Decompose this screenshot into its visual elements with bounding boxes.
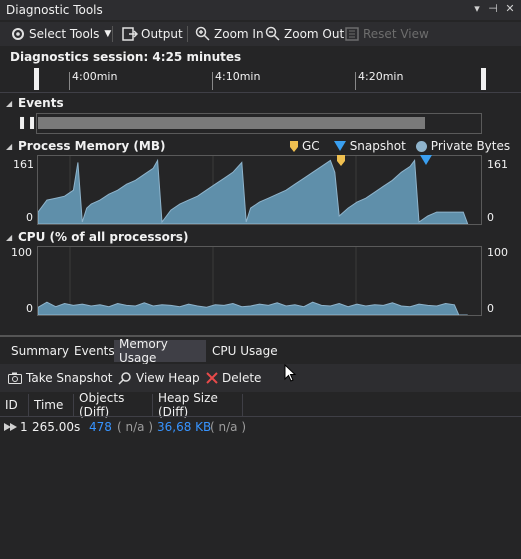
timeline-left-handle[interactable] <box>34 68 39 90</box>
delete-label: Delete <box>222 371 262 385</box>
delete-button[interactable]: Delete <box>206 364 261 392</box>
timeline-tick <box>212 72 213 90</box>
close-icon[interactable]: ✕ <box>503 2 517 15</box>
column-id[interactable]: ID <box>0 394 29 416</box>
timeline-tick <box>355 72 356 90</box>
collapse-arrow-icon[interactable]: ◢ <box>6 99 12 108</box>
output-label: Output <box>141 27 183 41</box>
select-tools-button[interactable]: Select Tools ▼ <box>10 22 111 46</box>
cpu-title: CPU (% of all processors) <box>18 230 189 244</box>
chart-series-area <box>38 301 468 315</box>
delete-x-icon <box>206 372 218 384</box>
zoom-out-icon <box>265 26 280 41</box>
column-heap-size-diff[interactable]: Heap Size (Diff) <box>153 391 243 419</box>
chart-series-area <box>38 158 469 224</box>
cpu-chart[interactable] <box>37 246 482 316</box>
row-objects-diff: ( n/a ) <box>117 420 153 434</box>
table-row[interactable]: 1 265.00s 478 ( n/a ) 36,68 KB ( n/a ) <box>0 417 521 437</box>
camera-icon <box>8 372 22 384</box>
memory-y-max-right: 161 <box>487 158 508 171</box>
legend-snapshot: Snapshot <box>349 139 406 153</box>
reset-view-button[interactable]: Reset View <box>344 22 429 46</box>
search-icon <box>118 372 131 385</box>
memory-chart-svg <box>38 156 469 224</box>
toolbar-separator <box>112 26 113 42</box>
tab-cpu-usage[interactable]: CPU Usage <box>207 340 283 362</box>
select-tools-label: Select Tools <box>29 27 100 41</box>
row-time: 265.00s <box>32 420 81 434</box>
pin-icon[interactable]: ⊣ <box>486 2 500 15</box>
output-icon <box>122 27 138 41</box>
view-heap-label: View Heap <box>136 371 200 385</box>
view-heap-button[interactable]: View Heap <box>118 364 200 392</box>
zoom-out-label: Zoom Out <box>284 27 345 41</box>
toolbar-separator <box>187 26 188 42</box>
title-bar: Diagnostic Tools ▾ ⊣ ✕ <box>0 0 521 20</box>
memory-title: Process Memory (MB) <box>18 139 166 153</box>
timeline-tick-label: 4:20min <box>358 70 404 83</box>
snapshot-table-header: ID Time Objects (Diff) Heap Size (Diff) <box>0 391 521 419</box>
memory-chart[interactable] <box>37 155 482 225</box>
cpu-y-min-left: 0 <box>26 302 33 315</box>
tab-events[interactable]: Events <box>69 340 120 362</box>
take-snapshot-button[interactable]: Take Snapshot <box>8 364 113 392</box>
cpu-y-max-left: 100 <box>11 246 32 259</box>
divider <box>0 92 521 93</box>
row-heap-diff: ( n/a ) <box>210 420 246 434</box>
timeline-tick-label: 4:10min <box>215 70 261 83</box>
dropdown-arrow-icon[interactable]: ▾ <box>470 2 484 15</box>
take-snapshot-label: Take Snapshot <box>26 371 113 385</box>
zoom-out-button[interactable]: Zoom Out <box>265 22 344 46</box>
row-heap-link[interactable]: 36,68 KB <box>157 417 211 437</box>
row-pointer-icon <box>4 417 18 437</box>
events-bar <box>38 117 425 129</box>
pause-icon[interactable]: ❚❚ <box>17 115 37 129</box>
memory-y-min-left: 0 <box>26 211 33 224</box>
snapshot-marker-icon <box>333 141 346 151</box>
splitter[interactable] <box>0 335 521 337</box>
memory-legend: GC Snapshot Private Bytes <box>290 139 510 153</box>
tab-strip: Summary Events Memory Usage CPU Usage <box>0 337 521 365</box>
cpu-y-max-right: 100 <box>487 246 508 259</box>
toolbar: Select Tools ▼ Output Zoom In Zoom Out R… <box>0 22 521 46</box>
chevron-down-icon: ▼ <box>104 29 112 39</box>
snapshot-marker-icon[interactable] <box>420 155 432 165</box>
zoom-in-button[interactable]: Zoom In <box>195 22 264 46</box>
zoom-in-icon <box>195 26 210 41</box>
tab-summary[interactable]: Summary <box>6 340 74 362</box>
window-title: Diagnostic Tools <box>6 3 103 17</box>
memory-y-max-left: 161 <box>13 158 34 171</box>
gc-marker-icon[interactable] <box>337 155 345 166</box>
output-button[interactable]: Output <box>122 22 183 46</box>
collapse-arrow-icon[interactable]: ◢ <box>6 142 12 151</box>
cpu-y-min-right: 0 <box>487 302 494 315</box>
legend-private-bytes: Private Bytes <box>430 139 511 153</box>
column-time[interactable]: Time <box>29 394 74 416</box>
timeline-right-handle[interactable] <box>481 68 486 90</box>
memory-actions-bar: Take Snapshot View Heap Delete <box>0 364 521 392</box>
row-id: 1 <box>20 420 28 434</box>
timeline-tick <box>69 72 70 90</box>
timeline-tick-label: 4:00min <box>72 70 118 83</box>
column-objects-diff[interactable]: Objects (Diff) <box>74 391 153 419</box>
gc-marker-icon <box>290 140 298 152</box>
legend-gc: GC <box>302 139 320 153</box>
private-bytes-icon <box>415 140 427 152</box>
gear-icon <box>12 28 24 40</box>
session-duration: Diagnostics session: 4:25 minutes <box>10 50 242 64</box>
memory-y-min-right: 0 <box>487 211 494 224</box>
zoom-in-label: Zoom In <box>214 27 264 41</box>
events-title: Events <box>18 96 64 110</box>
collapse-arrow-icon[interactable]: ◢ <box>6 233 12 242</box>
row-objects-link[interactable]: 478 <box>89 417 112 437</box>
reset-view-icon <box>345 27 359 41</box>
mouse-cursor-icon <box>284 364 297 382</box>
tab-memory-usage[interactable]: Memory Usage <box>114 337 206 365</box>
reset-view-label: Reset View <box>363 27 429 41</box>
cpu-chart-svg <box>38 247 468 315</box>
